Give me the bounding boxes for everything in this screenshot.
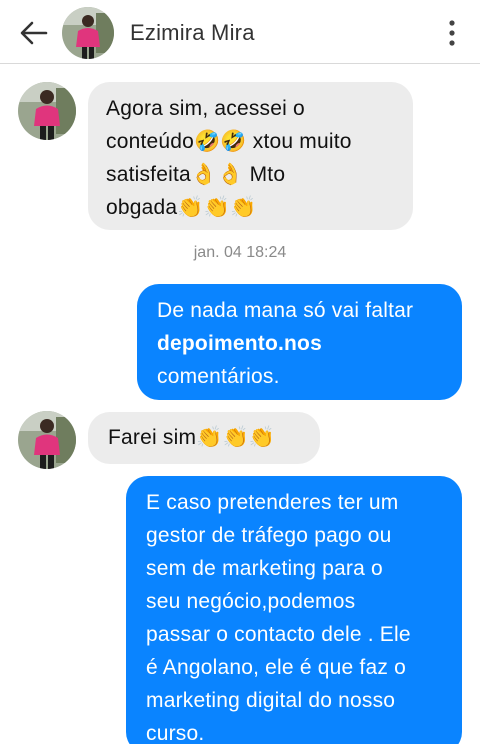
message-line: obgada👏👏👏 (106, 196, 257, 219)
message-line: sem de marketing para o (146, 557, 383, 580)
back-arrow-icon[interactable] (18, 18, 50, 48)
contact-avatar[interactable] (62, 7, 114, 59)
message-line: Agora sim, acessei o (106, 97, 305, 120)
chat-header: Ezimira Mira (0, 0, 480, 64)
incoming-message-bubble[interactable]: Agora sim, acessei o conteúdo🤣🤣 xtou mui… (88, 82, 413, 230)
message-line: E caso pretenderes ter um (146, 491, 399, 514)
contact-name[interactable]: Ezimira Mira (130, 20, 255, 46)
sender-avatar[interactable] (18, 82, 76, 140)
outgoing-message-bubble[interactable]: E caso pretenderes ter um gestor de tráf… (126, 476, 462, 744)
sender-avatar[interactable] (18, 411, 76, 469)
message-line: Farei sim👏👏👏 (108, 426, 276, 449)
message-line: seu negócio,podemos (146, 590, 356, 613)
message-line: conteúdo🤣🤣 xtou muito (106, 130, 352, 153)
message-line: é Angolano, ele é que faz o (146, 656, 406, 679)
message-line: depoimento.nos (157, 332, 322, 355)
message-line: marketing digital do nosso (146, 689, 396, 712)
message-line: De nada mana só vai faltar (157, 299, 414, 322)
outgoing-message-bubble[interactable]: De nada mana só vai faltar depoimento.no… (137, 284, 462, 400)
message-timestamp: jan. 04 18:24 (193, 244, 287, 261)
message-line: passar o contacto dele . Ele (146, 623, 411, 646)
message-line: curso. (146, 722, 205, 744)
incoming-message-bubble[interactable]: Farei sim👏👏👏 (88, 412, 320, 464)
message-line: comentários. (157, 365, 280, 388)
more-options-icon[interactable] (440, 18, 464, 48)
message-line: gestor de tráfego pago ou (146, 524, 392, 547)
message-line: satisfeita👌👌 Mto (106, 163, 286, 186)
